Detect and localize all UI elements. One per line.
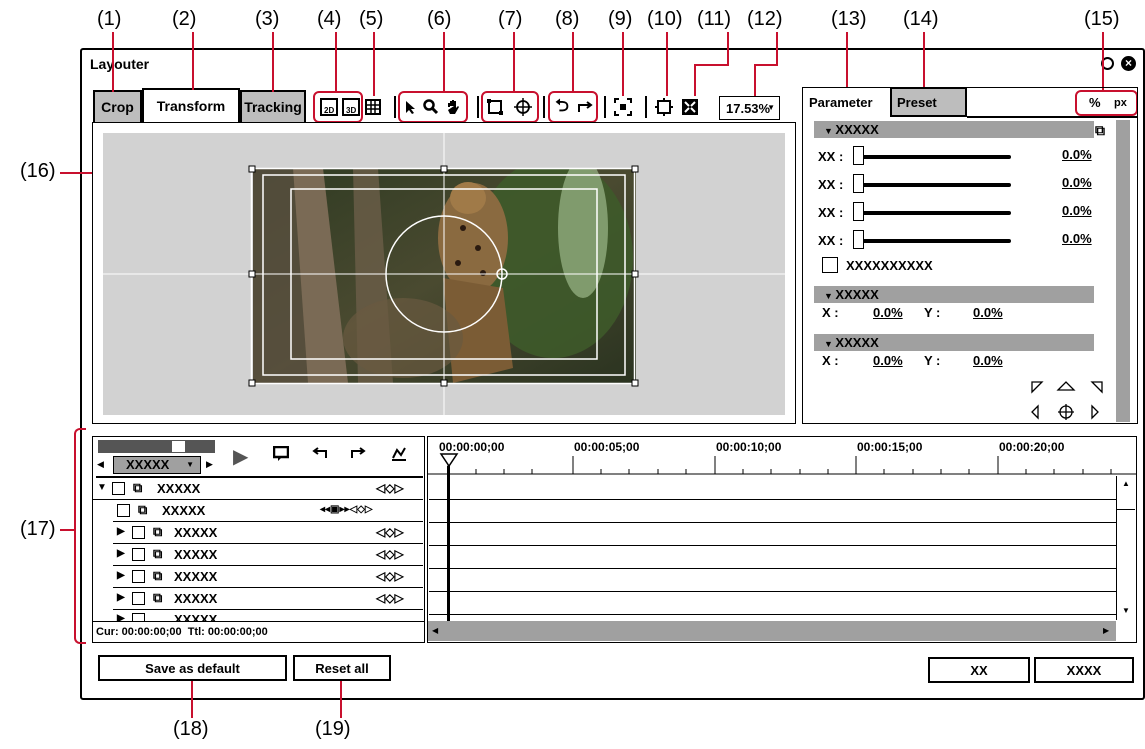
track-row-1[interactable]: ▼ ⧉ XXXXX ◁◇▷ [93, 478, 423, 500]
slider-1-value[interactable]: 0.0% [1062, 147, 1092, 162]
callout-14: (14) [903, 8, 939, 30]
slider-2-thumb[interactable] [853, 174, 864, 193]
callout-18: (18) [173, 718, 209, 740]
slider-3-thumb[interactable] [853, 202, 864, 221]
callout-17: (17) [20, 518, 56, 540]
group-3-header[interactable]: ▼ XXXXX [814, 334, 1094, 351]
zoom-select[interactable]: 17.53% ▼ [719, 96, 780, 120]
callout-6: (6) [427, 8, 452, 30]
track-select[interactable]: XXXXX ▼ [113, 456, 201, 474]
group-3-x-label: X : [822, 353, 839, 368]
group-2-x-value[interactable]: 0.0% [873, 305, 903, 320]
play-icon[interactable]: ▶ [233, 444, 248, 469]
callout-8: (8) [555, 8, 580, 30]
close-icon[interactable]: × [1121, 56, 1136, 71]
tab-transform[interactable]: Transform [142, 88, 240, 122]
group-2-y-label: Y : [924, 305, 941, 320]
timeline-ruler[interactable] [428, 452, 1136, 476]
callout-10: (10) [647, 8, 683, 30]
grid-icon[interactable] [364, 96, 382, 118]
track-row-4[interactable]: ▶ ⧉ XXXXX ◁◇▷ [113, 544, 423, 566]
timeline-v-scrollbar[interactable]: ▲ ▼ [1116, 476, 1136, 620]
callout-9: (9) [608, 8, 633, 30]
track-7-label: XXXXX [174, 612, 218, 621]
timeline-h-scrollbar[interactable]: ◀ ▶ [428, 621, 1116, 641]
track-2-label: XXXXX [162, 503, 206, 518]
zoom-slider[interactable] [98, 440, 215, 453]
unit-px-button[interactable]: px [1114, 97, 1127, 109]
callout-1: (1) [97, 8, 122, 30]
callout-5: (5) [359, 8, 384, 30]
group-2-y-value[interactable]: 0.0% [973, 305, 1003, 320]
callout-19: (19) [315, 718, 351, 740]
snap-icon[interactable] [613, 96, 633, 118]
group-3-y-value[interactable]: 0.0% [973, 353, 1003, 368]
slider-4-value[interactable]: 0.0% [1062, 231, 1092, 246]
callout-7: (7) [498, 8, 523, 30]
slider-4-thumb[interactable] [853, 230, 864, 249]
save-default-button[interactable]: Save as default [98, 655, 287, 681]
param-checkbox-label: XXXXXXXXXX [846, 258, 933, 273]
tab-crop[interactable]: Crop [93, 90, 142, 124]
group-1-header[interactable]: ▼ XXXXX [814, 121, 1094, 138]
unit-percent-button[interactable]: % [1089, 95, 1101, 110]
track-6-label: XXXXX [174, 591, 218, 606]
callout-11: (11) [697, 8, 732, 30]
track-row-6[interactable]: ▶ ⧉ XXXXX ◁◇▷ [113, 588, 423, 610]
ok-button[interactable]: XX [928, 657, 1030, 683]
callout-4: (4) [317, 8, 342, 30]
zoom-value: 17.53% [726, 101, 771, 116]
tab-tracking[interactable]: Tracking [240, 90, 306, 124]
slider-2-value[interactable]: 0.0% [1062, 175, 1092, 190]
window-title: Layouter [90, 56, 150, 72]
align-arrows-icon[interactable] [1028, 378, 1108, 422]
cancel-button[interactable]: XXXX [1034, 657, 1134, 683]
track-3-label: XXXXX [174, 525, 218, 540]
group-3-y-label: Y : [924, 353, 941, 368]
callout-13: (13) [831, 8, 867, 30]
callout-12: (12) [747, 8, 783, 30]
slider-4-label: XX : [818, 233, 844, 248]
status-bar: Cur: 00:00:00;00 Ttl: 00:00:00;00 [93, 621, 424, 642]
slider-3-value[interactable]: 0.0% [1062, 203, 1092, 218]
zoom-slider-thumb[interactable] [171, 440, 186, 453]
group-3-title: XXXXX [835, 335, 879, 350]
group-1-title: XXXXX [835, 122, 879, 137]
slider-2-label: XX : [818, 177, 844, 192]
track-row-3[interactable]: ▶ ⧉ XXXXX ◁◇▷ [113, 522, 423, 544]
callout-15: (15) [1084, 8, 1120, 30]
group-2-title: XXXXX [835, 287, 879, 302]
fullscreen-icon[interactable] [680, 96, 700, 118]
callout-3: (3) [255, 8, 280, 30]
graph-icon[interactable] [391, 446, 407, 462]
callout-2: (2) [172, 8, 197, 30]
track-1-label: XXXXX [157, 481, 201, 496]
track-row-5[interactable]: ▶ ⧉ XXXXX ◁◇▷ [113, 566, 423, 588]
transform-guides[interactable] [103, 133, 785, 415]
slider-1-label: XX : [818, 149, 844, 164]
param-scrollbar[interactable] [1116, 120, 1130, 422]
track-5-label: XXXXX [174, 569, 218, 584]
group-2-header[interactable]: ▼ XXXXX [814, 286, 1094, 303]
track-4-label: XXXXX [174, 547, 218, 562]
param-checkbox[interactable] [822, 257, 838, 273]
tab-preset[interactable]: Preset [890, 87, 967, 117]
prev-keyframe-icon[interactable] [312, 446, 328, 460]
track-select-value: XXXXX [126, 457, 170, 472]
callout-16: (16) [20, 160, 56, 182]
next-keyframe-icon[interactable] [350, 446, 366, 460]
settings-icon[interactable] [654, 96, 674, 118]
slider-3-label: XX : [818, 205, 844, 220]
slider-1-thumb[interactable] [853, 146, 864, 165]
track-row-7[interactable]: ▶ XXXXX [113, 611, 423, 621]
group-2-x-label: X : [822, 305, 839, 320]
keyframe-icon[interactable]: ⧉ [1095, 122, 1105, 139]
add-keyframe-icon[interactable] [273, 446, 289, 462]
track-row-2[interactable]: ⧉ XXXXX ◂◂▣▸▸◁◇▷ [113, 500, 423, 522]
tab-parameter[interactable]: Parameter [803, 88, 890, 118]
reset-all-button[interactable]: Reset all [293, 655, 391, 681]
group-3-x-value[interactable]: 0.0% [873, 353, 903, 368]
